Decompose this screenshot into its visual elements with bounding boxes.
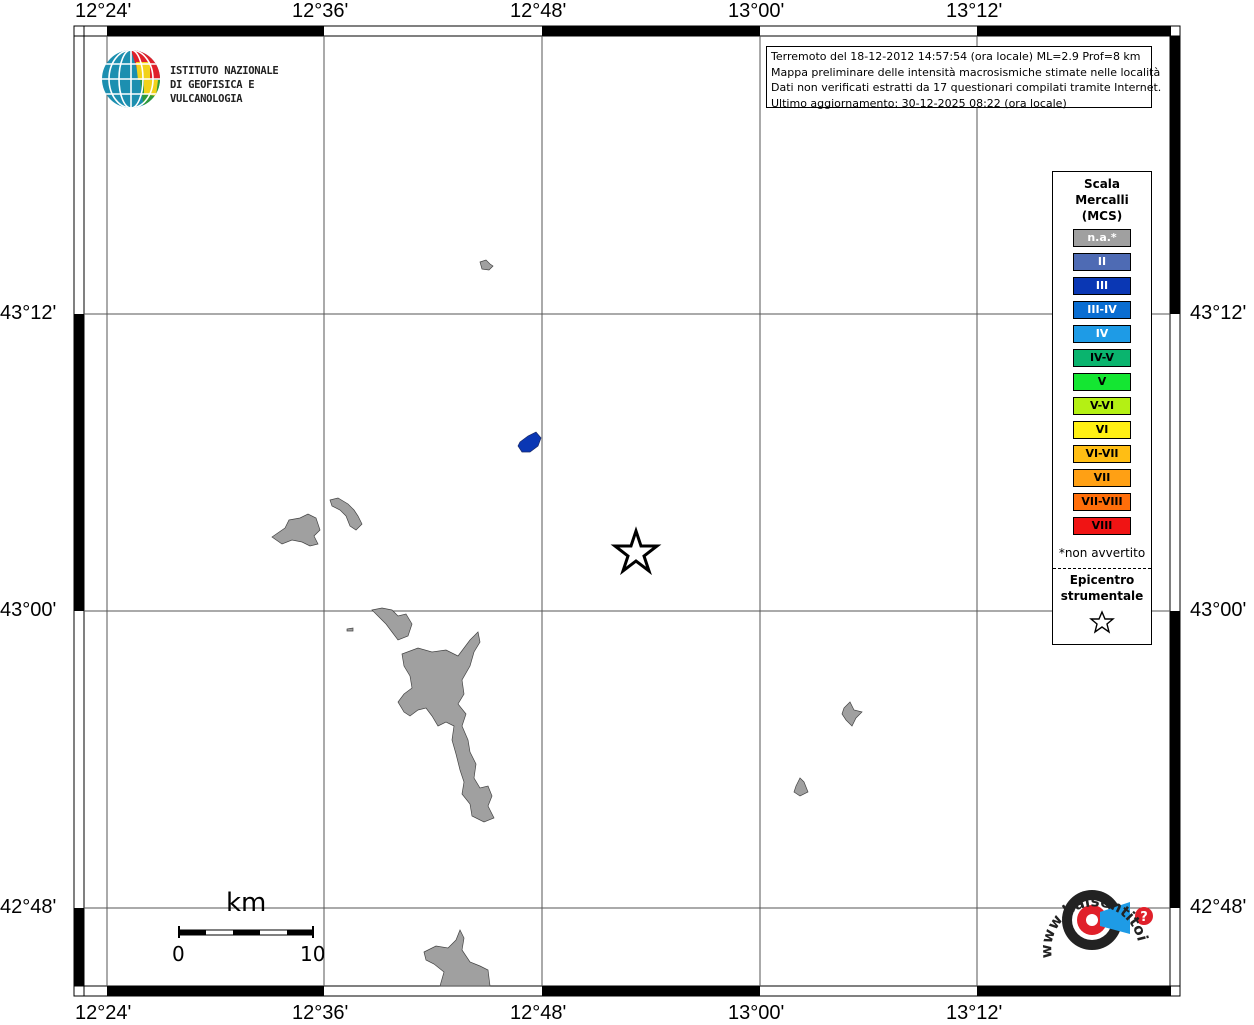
lat-label-left-1: 43°12' (0, 302, 57, 324)
lon-label-bottom-2: 12°36' (292, 1002, 349, 1024)
scale-bar: km 0 10 (170, 888, 330, 978)
ingv-logo: ISTITUTO NAZIONALE DI GEOFISICA E VULCAN… (100, 48, 320, 110)
lon-label-top-1: 12°24' (75, 0, 132, 22)
mcs-legend: Scala Mercalli (MCS) n.a.* II III III-IV IV I… (1052, 171, 1152, 645)
ingv-name-line2: DI GEOFISICA E VULCANOLOGIA (170, 79, 255, 105)
lon-label-top-2: 12°36' (292, 0, 349, 22)
lon-label-bottom-4: 13°00' (728, 1002, 785, 1024)
lat-label-right-1: 43°12' (1190, 302, 1247, 324)
legend-title: Scala Mercalli (MCS) (1075, 177, 1129, 223)
lat-label-left-3: 42°48' (0, 896, 57, 918)
legend-item-iii-iv: III-IV (1073, 301, 1131, 319)
legend-note: *non avvertito (1058, 546, 1146, 560)
legend-item-viii: VIII (1073, 517, 1131, 535)
event-info-line4: Ultimo aggiornamento: 30-12-2025 08:22 (… (771, 96, 1067, 110)
legend-item-vi-vii: VI-VII (1073, 445, 1131, 463)
scale-unit: km (226, 888, 267, 918)
legend-epicenter-label: Epicentro strumentale (1060, 573, 1144, 603)
star-icon (1089, 610, 1115, 634)
lon-label-top-3: 12°48' (510, 0, 567, 22)
hai-sentito-logo[interactable]: ? www.haisentitoilterremoto.it (1022, 854, 1160, 978)
lon-label-bottom-3: 12°48' (510, 1002, 567, 1024)
ingv-name-line1: ISTITUTO NAZIONALE (170, 65, 279, 77)
legend-item-iv: IV (1073, 325, 1131, 343)
lon-label-bottom-1: 12°24' (75, 1002, 132, 1024)
legend-item-iii: III (1073, 277, 1131, 295)
lat-label-right-3: 42°48' (1190, 896, 1247, 918)
legend-item-n-a: n.a.* (1073, 229, 1131, 247)
lon-label-top-4: 13°00' (728, 0, 785, 22)
legend-item-ii: II (1073, 253, 1131, 271)
globe-icon (102, 50, 160, 108)
scale-max: 10 (300, 942, 326, 966)
scale-min: 0 (172, 942, 185, 966)
lon-label-top-5: 13°12' (946, 0, 1003, 22)
legend-separator (1053, 568, 1151, 569)
legend-item-vii-viii: VII-VIII (1073, 493, 1131, 511)
legend-item-vii: VII (1073, 469, 1131, 487)
event-info-line3: Dati non verificati estratti da 17 quest… (771, 81, 1162, 94)
lat-label-left-2: 43°00' (0, 599, 57, 621)
legend-item-iv-v: IV-V (1073, 349, 1131, 367)
map-area (73, 25, 1181, 997)
scale-ruler (178, 926, 314, 938)
lat-label-right-2: 43°00' (1190, 599, 1247, 621)
lon-label-bottom-5: 13°12' (946, 1002, 1003, 1024)
legend-item-v-vi: V-VI (1073, 397, 1131, 415)
event-info-box: Terremoto del 18-12-2012 14:57:54 (ora l… (766, 46, 1162, 110)
legend-item-v: V (1073, 373, 1131, 391)
event-info-line2: Mappa preliminare delle intensità macros… (771, 65, 1161, 79)
target-icon: ? www.haisentitoilterremoto.it (1022, 854, 1153, 958)
legend-item-vi: VI (1073, 421, 1131, 439)
event-info-line1: Terremoto del 18-12-2012 14:57:54 (ora l… (771, 50, 1141, 63)
